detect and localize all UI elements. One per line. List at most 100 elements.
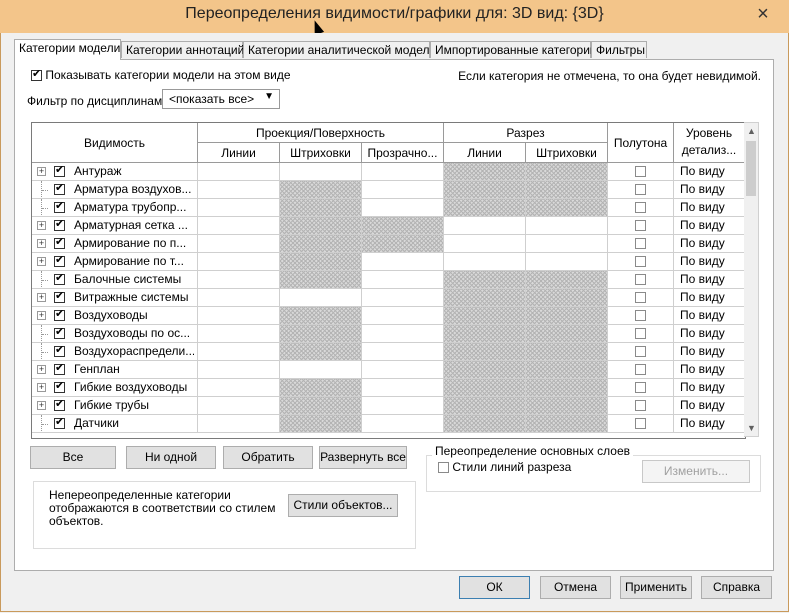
halftone-checkbox[interactable] <box>635 400 646 411</box>
select-none-button[interactable]: Ни одной <box>126 446 216 469</box>
table-row[interactable]: + Витражные системы По виду <box>32 289 745 307</box>
override-cell[interactable] <box>526 235 608 253</box>
discipline-filter-select[interactable]: <показать все> ▼ <box>162 89 280 109</box>
tab-filters[interactable]: Фильтры <box>591 41 647 58</box>
close-icon[interactable]: × <box>750 4 776 24</box>
category-visibility-checkbox[interactable] <box>54 416 65 429</box>
halftone-checkbox[interactable] <box>635 328 646 339</box>
halftone-checkbox[interactable] <box>635 292 646 303</box>
table-row[interactable]: Арматура воздухов... По виду <box>32 181 745 199</box>
scroll-thumb[interactable] <box>746 141 756 196</box>
detail-level-cell[interactable]: По виду <box>674 361 745 379</box>
override-cell[interactable] <box>362 289 444 307</box>
detail-level-cell[interactable]: По виду <box>674 163 745 181</box>
expand-icon[interactable]: + <box>37 365 46 374</box>
expand-icon[interactable]: + <box>37 401 46 410</box>
category-visibility-checkbox[interactable] <box>54 362 65 375</box>
scroll-up-icon[interactable]: ▲ <box>744 123 759 139</box>
override-cell[interactable] <box>198 397 280 415</box>
category-visibility-checkbox[interactable] <box>54 236 65 249</box>
override-cell[interactable] <box>362 199 444 217</box>
tab-model-categories[interactable]: Категории модели <box>14 39 121 60</box>
table-row[interactable]: + Гибкие трубы По виду <box>32 397 745 415</box>
expand-icon[interactable]: + <box>37 383 46 392</box>
override-cell[interactable] <box>526 253 608 271</box>
show-categories-row[interactable]: Показывать категории модели на этом виде <box>31 68 291 82</box>
override-cell[interactable] <box>198 253 280 271</box>
override-cell[interactable] <box>444 235 526 253</box>
detail-level-cell[interactable]: По виду <box>674 235 745 253</box>
override-cell[interactable] <box>198 289 280 307</box>
category-visibility-checkbox[interactable] <box>54 344 65 357</box>
override-cell[interactable] <box>362 325 444 343</box>
override-cell[interactable] <box>198 181 280 199</box>
override-cell[interactable] <box>362 379 444 397</box>
detail-level-cell[interactable]: По виду <box>674 289 745 307</box>
table-row[interactable]: Воздуховоды по ос... По виду <box>32 325 745 343</box>
override-cell[interactable] <box>198 217 280 235</box>
table-scrollbar[interactable]: ▲ ▼ <box>744 122 759 437</box>
halftone-checkbox[interactable] <box>635 256 646 267</box>
override-cell[interactable] <box>198 361 280 379</box>
help-button[interactable]: Справка <box>701 576 772 599</box>
override-cell[interactable] <box>198 271 280 289</box>
invert-button[interactable]: Обратить <box>223 446 313 469</box>
override-cell[interactable] <box>362 361 444 379</box>
detail-level-cell[interactable]: По виду <box>674 343 745 361</box>
category-visibility-checkbox[interactable] <box>54 290 65 303</box>
category-visibility-checkbox[interactable] <box>54 182 65 195</box>
halftone-checkbox[interactable] <box>635 220 646 231</box>
detail-level-cell[interactable]: По виду <box>674 181 745 199</box>
detail-level-cell[interactable]: По виду <box>674 253 745 271</box>
override-cell[interactable] <box>198 235 280 253</box>
override-cell[interactable] <box>198 307 280 325</box>
override-cell[interactable] <box>198 415 280 433</box>
override-cell[interactable] <box>362 163 444 181</box>
expand-icon[interactable]: + <box>37 257 46 266</box>
halftone-checkbox[interactable] <box>635 166 646 177</box>
cut-styles-row[interactable]: Стили линий разреза <box>438 460 571 474</box>
detail-level-cell[interactable]: По виду <box>674 307 745 325</box>
expand-icon[interactable]: + <box>37 311 46 320</box>
override-cell[interactable] <box>444 217 526 235</box>
halftone-checkbox[interactable] <box>635 202 646 213</box>
halftone-checkbox[interactable] <box>635 382 646 393</box>
category-visibility-checkbox[interactable] <box>54 398 65 411</box>
table-row[interactable]: Арматура трубопр... По виду <box>32 199 745 217</box>
override-cell[interactable] <box>198 163 280 181</box>
tab-annotation-categories[interactable]: Категории аннотаций <box>121 41 244 58</box>
detail-level-cell[interactable]: По виду <box>674 199 745 217</box>
detail-level-cell[interactable]: По виду <box>674 397 745 415</box>
override-cell[interactable] <box>362 271 444 289</box>
apply-button[interactable]: Применить <box>620 576 692 599</box>
override-cell[interactable] <box>362 181 444 199</box>
detail-level-cell[interactable]: По виду <box>674 217 745 235</box>
halftone-checkbox[interactable] <box>635 238 646 249</box>
show-categories-checkbox[interactable] <box>31 68 42 82</box>
category-visibility-checkbox[interactable] <box>54 200 65 213</box>
override-cell[interactable] <box>280 361 362 379</box>
override-cell[interactable] <box>444 253 526 271</box>
scroll-down-icon[interactable]: ▼ <box>744 420 759 436</box>
override-cell[interactable] <box>362 397 444 415</box>
expand-all-button[interactable]: Развернуть все <box>319 446 407 469</box>
halftone-checkbox[interactable] <box>635 418 646 429</box>
halftone-checkbox[interactable] <box>635 184 646 195</box>
expand-icon[interactable]: + <box>37 239 46 248</box>
object-styles-button[interactable]: Стили объектов... <box>288 494 398 517</box>
detail-level-cell[interactable]: По виду <box>674 415 745 433</box>
table-row[interactable]: + Антураж По виду <box>32 163 745 181</box>
halftone-checkbox[interactable] <box>635 274 646 285</box>
override-cell[interactable] <box>362 343 444 361</box>
ok-button[interactable]: ОК <box>459 576 530 599</box>
detail-level-cell[interactable]: По виду <box>674 271 745 289</box>
override-cell[interactable] <box>362 253 444 271</box>
category-visibility-checkbox[interactable] <box>54 272 65 285</box>
tab-imported-categories[interactable]: Импортированные категории <box>430 41 597 58</box>
cut-styles-checkbox[interactable] <box>438 462 449 474</box>
table-row[interactable]: + Генплан По виду <box>32 361 745 379</box>
table-row[interactable]: Балочные системы По виду <box>32 271 745 289</box>
override-cell[interactable] <box>198 325 280 343</box>
override-cell[interactable] <box>362 307 444 325</box>
override-cell[interactable] <box>198 199 280 217</box>
